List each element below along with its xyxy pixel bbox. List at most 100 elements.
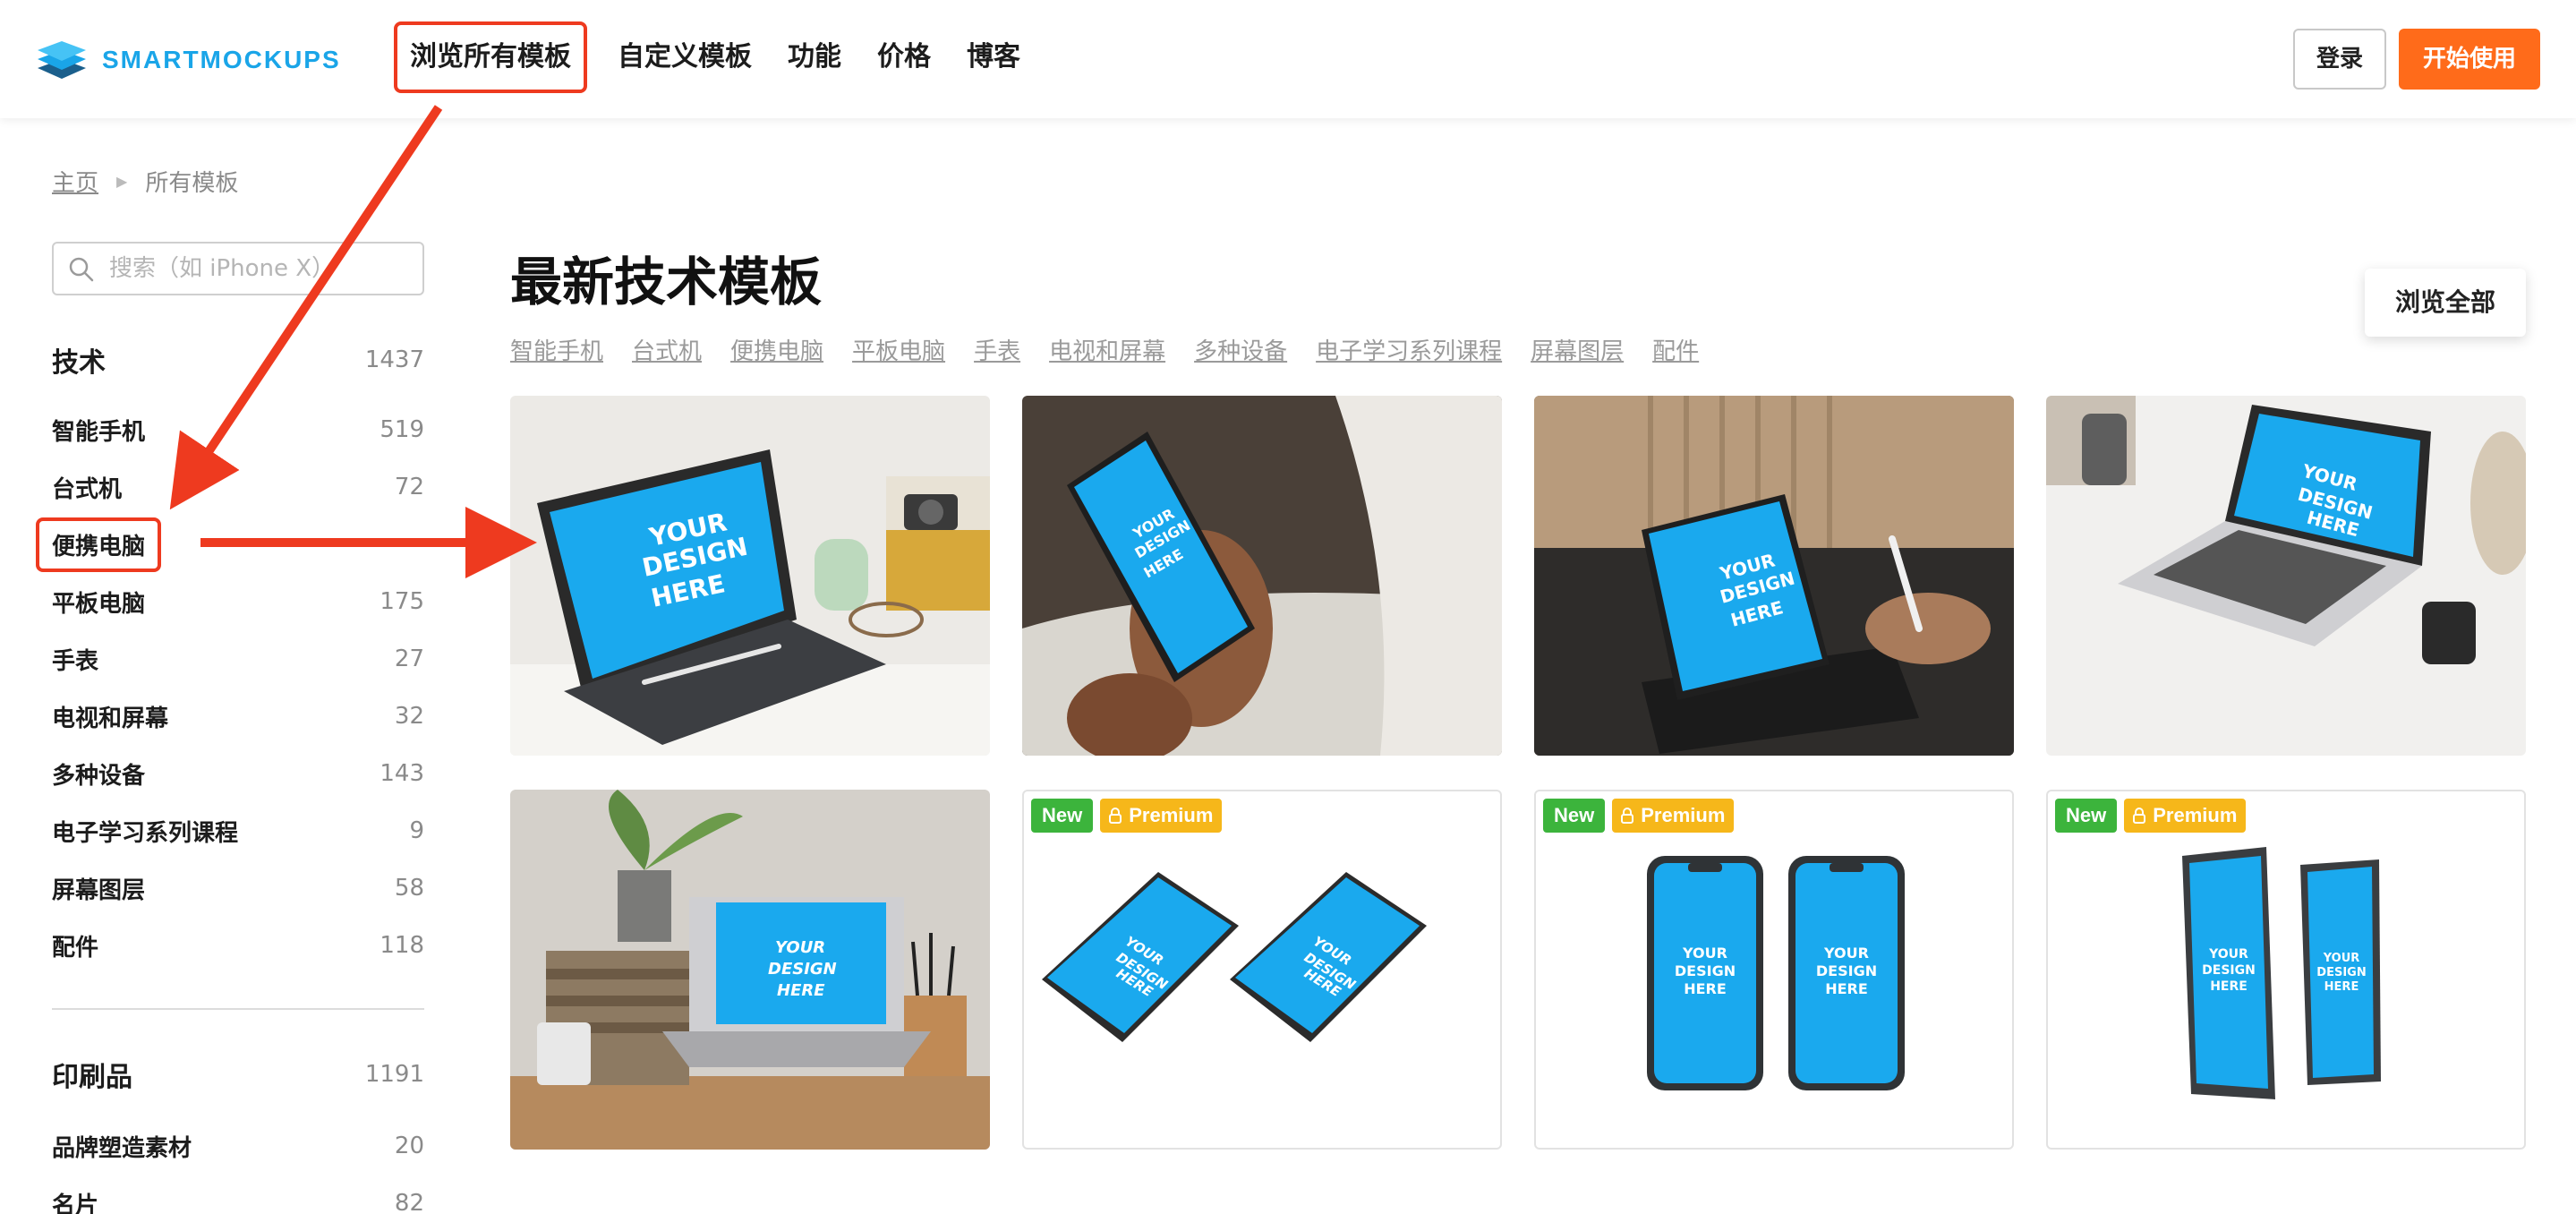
screen-placeholder-text: YOUR <box>1682 945 1727 962</box>
mockup-image: YOUR DESIGN HERE YOUR DESIGN HERE <box>1647 856 1905 1090</box>
nav-custom-templates[interactable]: 自定义模板 <box>600 21 770 93</box>
mockup-card-tablet-keyboard[interactable]: YOUR DESIGN HERE <box>510 396 990 756</box>
sidebar-item-label: 电子学习系列课程 <box>52 819 239 847</box>
subtab-desktop[interactable]: 台式机 <box>632 333 702 366</box>
screen-placeholder-text: DESIGN <box>2316 966 2366 979</box>
nav-blog[interactable]: 博客 <box>949 21 1038 93</box>
breadcrumb-home[interactable]: 主页 <box>52 165 98 198</box>
sidebar-item-label: 便携电脑 <box>36 517 162 572</box>
screen-placeholder-text: HERE <box>1825 980 1868 997</box>
screen-placeholder-text: YOUR <box>775 938 825 957</box>
subtab-tablet[interactable]: 平板电脑 <box>852 333 945 366</box>
sidebar-item-laptop[interactable]: 便携电脑 <box>36 516 424 573</box>
category-name: 技术 <box>52 347 106 379</box>
lock-icon <box>2133 808 2146 824</box>
mockup-card-two-phones-angled[interactable]: New Premium YOUR DESIGN HERE YOUR DESIGN… <box>2046 790 2526 1150</box>
screen-placeholder-text: HERE <box>2324 980 2359 994</box>
new-badge: New <box>2055 799 2118 833</box>
sidebar-item-elearning[interactable]: 电子学习系列课程 9 <box>52 802 424 859</box>
category-count: 1437 <box>364 346 424 373</box>
sidebar-item-label: 智能手机 <box>52 418 146 446</box>
mockup-card-laptop-desk[interactable]: YOUR DESIGN HERE <box>2046 396 2526 756</box>
subtab-smartphone[interactable]: 智能手机 <box>510 333 603 366</box>
premium-badge: Premium <box>1100 799 1223 833</box>
nav-browse-all-templates[interactable]: 浏览所有模板 <box>394 21 587 93</box>
screen-placeholder-text: HERE <box>1684 980 1727 997</box>
login-button[interactable]: 登录 <box>2293 29 2386 90</box>
subtab-accessories[interactable]: 配件 <box>1652 333 1699 366</box>
premium-label: Premium <box>1129 804 1214 826</box>
category-name: 印刷品 <box>52 1062 132 1093</box>
premium-label: Premium <box>2153 804 2238 826</box>
screen-placeholder-text: DESIGN <box>1675 962 1736 979</box>
mockup-card-two-phones-flat[interactable]: New Premium YOUR DESIGN HERE YOUR DESIGN… <box>1022 790 1502 1150</box>
sidebar-item-count: 82 <box>394 1190 424 1214</box>
sidebar-item-count: 175 <box>380 588 424 615</box>
badges: New Premium <box>1031 799 1223 833</box>
sidebar-item-label: 手表 <box>52 647 99 675</box>
sidebar-item-watch[interactable]: 手表 27 <box>52 630 424 688</box>
sidebar-item-business-cards[interactable]: 名片 82 <box>52 1175 424 1214</box>
sidebar-item-accessories[interactable]: 配件 118 <box>52 917 424 974</box>
subtab-elearning[interactable]: 电子学习系列课程 <box>1316 333 1502 366</box>
get-started-button[interactable]: 开始使用 <box>2399 29 2540 90</box>
sidebar-item-multi-device[interactable]: 多种设备 143 <box>52 745 424 802</box>
badges: New Premium <box>2055 799 2247 833</box>
sidebar-item-label: 品牌塑造素材 <box>52 1134 192 1162</box>
sidebar-item-count: 32 <box>394 703 424 730</box>
mockup-image: YOUR DESIGN HERE <box>1022 396 1502 756</box>
sidebar-item-label: 屏幕图层 <box>52 876 146 904</box>
sidebar-item-count: 143 <box>380 760 424 787</box>
mockup-card-two-phones-front[interactable]: New Premium YOUR DESIGN HERE YOUR DESIGN… <box>1534 790 2014 1150</box>
mockup-image: YOUR DESIGN HERE <box>2046 396 2526 756</box>
search-icon <box>69 257 94 282</box>
brand-logo[interactable]: SMARTMOCKUPS <box>36 39 341 81</box>
breadcrumb-current: 所有模板 <box>145 170 239 197</box>
screen-placeholder-text: HERE <box>777 981 825 1000</box>
subtab-screen-layers[interactable]: 屏幕图层 <box>1531 333 1624 366</box>
subtab-laptop[interactable]: 便携电脑 <box>730 333 823 366</box>
tech-category-list: 智能手机 519 台式机 72 便携电脑 平板电脑 175 手表 27 电视和屏… <box>36 401 424 974</box>
sidebar-item-label: 台式机 <box>52 475 123 503</box>
mockup-card-laptop-shelf[interactable]: YOUR DESIGN HERE <box>510 790 990 1150</box>
sidebar-item-count: 58 <box>394 875 424 902</box>
sidebar-divider <box>52 1008 424 1010</box>
sidebar-item-tablet[interactable]: 平板电脑 175 <box>52 573 424 630</box>
mockup-image: YOUR DESIGN HERE YOUR DESIGN HERE <box>1042 872 1427 1042</box>
search-input[interactable] <box>109 251 414 286</box>
sidebar-item-screen-layers[interactable]: 屏幕图层 58 <box>52 859 424 917</box>
category-count: 1191 <box>364 1061 424 1088</box>
main-nav: 浏览所有模板 自定义模板 功能 价格 博客 <box>394 21 1038 93</box>
sidebar-item-branding[interactable]: 品牌塑造素材 20 <box>52 1117 424 1175</box>
search-box[interactable] <box>52 242 424 295</box>
sidebar-item-tv-screens[interactable]: 电视和屏幕 32 <box>52 688 424 745</box>
screen-placeholder-text: YOUR <box>1823 945 1869 962</box>
premium-badge: Premium <box>1612 799 1735 833</box>
screen-placeholder-text: YOUR <box>2208 947 2248 962</box>
subtab-multi-device[interactable]: 多种设备 <box>1194 333 1287 366</box>
mockup-image: YOUR DESIGN HERE <box>510 396 990 756</box>
brand-name: SMARTMOCKUPS <box>102 46 341 73</box>
mockup-card-tablet-pen[interactable]: YOUR DESIGN HERE <box>1534 396 2014 756</box>
category-tech[interactable]: 技术 1437 <box>52 340 424 380</box>
screen-placeholder-text: DESIGN <box>2202 963 2256 978</box>
mockup-card-phone-hands[interactable]: YOUR DESIGN HERE <box>1022 396 1502 756</box>
mockup-image: YOUR DESIGN HERE <box>1534 396 2014 756</box>
sidebar-item-desktop[interactable]: 台式机 72 <box>52 458 424 516</box>
sidebar-item-label: 名片 <box>52 1192 99 1214</box>
new-badge: New <box>1543 799 1606 833</box>
browse-all-button[interactable]: 浏览全部 <box>2365 269 2526 337</box>
category-print[interactable]: 印刷品 1191 <box>52 1055 424 1094</box>
subtab-watch[interactable]: 手表 <box>974 333 1020 366</box>
sidebar-item-smartphone[interactable]: 智能手机 519 <box>52 401 424 458</box>
sidebar-item-label: 电视和屏幕 <box>52 705 169 732</box>
premium-badge: Premium <box>2124 799 2247 833</box>
sidebar-item-count: 519 <box>380 416 424 443</box>
nav-pricing[interactable]: 价格 <box>859 21 949 93</box>
nav-features[interactable]: 功能 <box>770 21 859 93</box>
print-category-list: 品牌塑造素材 20 名片 82 <box>52 1117 424 1214</box>
sidebar-item-label: 平板电脑 <box>52 590 146 618</box>
screen-placeholder-text: HERE <box>2210 979 2248 994</box>
subtab-tv-screens[interactable]: 电视和屏幕 <box>1049 333 1165 366</box>
screen-placeholder-text: DESIGN <box>1816 962 1877 979</box>
